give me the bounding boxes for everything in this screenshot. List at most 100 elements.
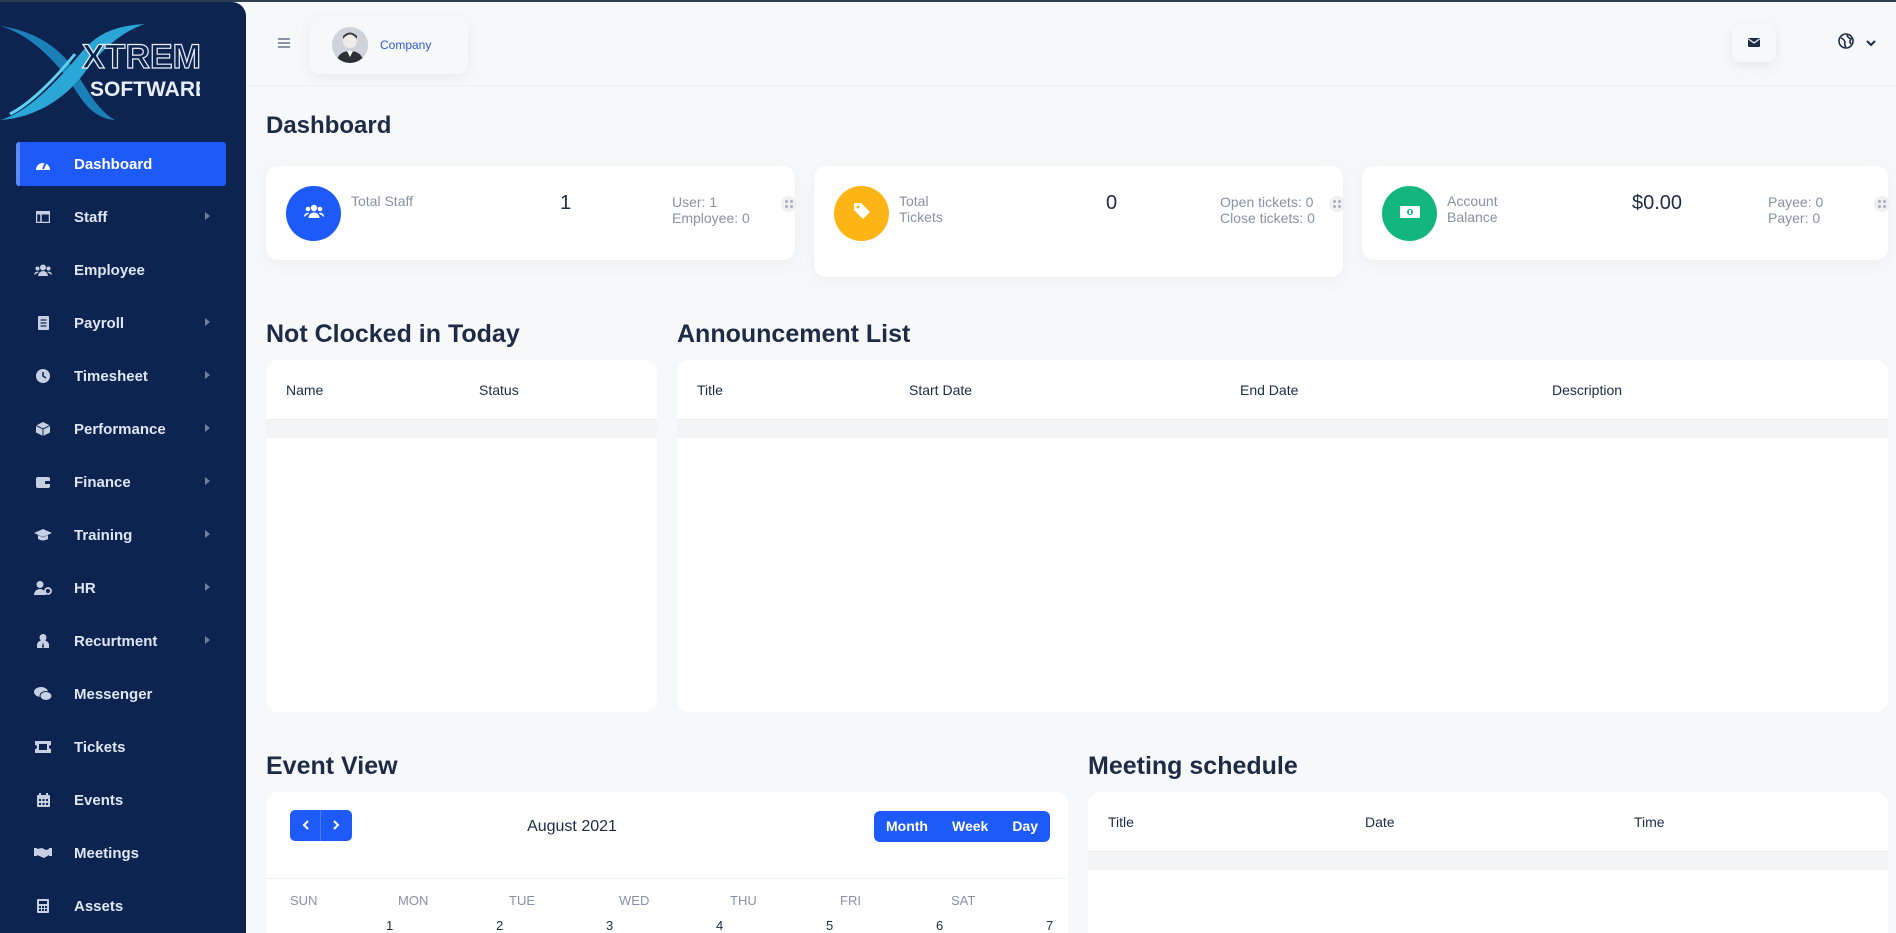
not-clocked-title: Not Clocked in Today — [266, 320, 520, 348]
drag-handle-icon[interactable] — [1329, 196, 1345, 212]
sidebar-item-training[interactable]: Training — [16, 513, 226, 557]
calendar-day[interactable]: 3 — [606, 918, 613, 933]
sidebar-item-label: Meetings — [74, 844, 140, 862]
tag-icon — [853, 203, 870, 224]
stat-label: Total Staff — [351, 193, 414, 209]
language-selector[interactable] — [1838, 32, 1884, 54]
sidebar-item-assets[interactable]: Assets — [16, 884, 226, 928]
tickets-circle — [834, 186, 889, 241]
sidebar-item-finance[interactable]: Finance — [16, 460, 226, 504]
calendar-day[interactable]: 5 — [826, 918, 833, 933]
stat-detail: Payee: 0 Payer: 0 — [1768, 194, 1823, 226]
stat-label: Account Balance — [1447, 193, 1498, 225]
money-bill-icon — [1399, 205, 1420, 223]
weekday-label: THU — [730, 893, 757, 908]
user-tie-icon — [34, 632, 52, 650]
empty-row — [677, 420, 1888, 438]
stat-card-tickets: Total Tickets 0 Open tickets: 0 Close ti… — [814, 166, 1345, 277]
sidebar-item-label: HR — [74, 579, 96, 597]
company-label: Company — [380, 38, 432, 52]
chevron-right-icon — [205, 424, 210, 432]
sidebar-item-recruitment[interactable]: Recurtment — [16, 619, 226, 663]
sidebar-item-events[interactable]: Events — [16, 778, 226, 822]
meeting-schedule-title: Meeting schedule — [1088, 752, 1298, 780]
calendar-month-label: August 2021 — [527, 818, 617, 835]
stat-detail: User: 1 Employee: 0 — [672, 194, 750, 226]
dashboard-icon — [34, 155, 52, 173]
stat-detail-line: Employee: 0 — [672, 210, 750, 226]
not-clocked-table: Name Status — [266, 360, 657, 712]
chevron-right-icon — [205, 530, 210, 538]
empty-row — [1088, 852, 1888, 870]
sidebar-item-hr[interactable]: HR — [16, 566, 226, 610]
column-header-time[interactable]: Time — [1634, 814, 1665, 830]
table-header: Name Status — [266, 360, 657, 420]
stat-card-account: Account Balance $0.00 Payee: 0 Payer: 0 — [1362, 166, 1890, 260]
app-logo[interactable]: XTREME SOFTWARE — [0, 2, 246, 132]
staff-icon — [34, 208, 52, 226]
sidebar-item-staff[interactable]: Staff — [16, 195, 226, 239]
sidebar-nav: Dashboard Staff Employee Payroll Timeshe… — [16, 142, 226, 933]
ticket-icon — [34, 738, 52, 756]
sidebar-item-label: Tickets — [74, 738, 126, 756]
sidebar-item-employee[interactable]: Employee — [16, 248, 226, 292]
column-header-start-date[interactable]: Start Date — [909, 382, 972, 398]
column-header-status[interactable]: Status — [479, 382, 519, 398]
calendar-day[interactable]: 2 — [496, 918, 503, 933]
column-header-date[interactable]: Date — [1365, 814, 1395, 830]
chevron-right-icon — [205, 583, 210, 591]
messages-button[interactable] — [1732, 24, 1776, 62]
column-header-name[interactable]: Name — [286, 382, 323, 398]
calendar-icon — [34, 791, 52, 809]
sidebar-item-messenger[interactable]: Messenger — [16, 672, 226, 716]
drag-handle-icon[interactable] — [1874, 196, 1890, 212]
logo-graphic: XTREME SOFTWARE — [0, 24, 200, 120]
hamburger-menu-icon[interactable] — [278, 38, 290, 48]
sidebar-item-label: Finance — [74, 473, 131, 491]
view-week-button[interactable]: Week — [940, 811, 1000, 842]
calendar-day[interactable]: 4 — [716, 918, 723, 933]
drag-handle-icon[interactable] — [781, 196, 797, 212]
empty-row — [266, 420, 657, 438]
calendar-day[interactable]: 1 — [386, 918, 393, 933]
announcement-title: Announcement List — [677, 320, 911, 348]
sidebar-item-label: Employee — [74, 261, 145, 279]
view-month-button[interactable]: Month — [874, 811, 940, 842]
logo-text-bottom: SOFTWARE — [90, 78, 200, 101]
chevron-right-icon — [205, 477, 210, 485]
cube-icon — [34, 420, 52, 438]
sidebar-item-label: Recurtment — [74, 632, 158, 650]
chevron-down-icon — [1866, 34, 1876, 52]
company-switcher[interactable]: Company — [310, 16, 468, 74]
calendar-day[interactable]: 7 — [1046, 918, 1053, 933]
column-header-end-date[interactable]: End Date — [1240, 382, 1298, 398]
staff-circle — [286, 186, 341, 241]
sidebar-item-payroll[interactable]: Payroll — [16, 301, 226, 345]
stat-value: $0.00 — [1632, 192, 1683, 214]
sidebar-item-timesheet[interactable]: Timesheet — [16, 354, 226, 398]
event-calendar: August 2021 Month Week Day SUN MON TUE W… — [266, 792, 1068, 933]
top-border — [0, 0, 1896, 2]
stat-label: Total Tickets — [899, 193, 943, 225]
calendar-day[interactable]: 6 — [936, 918, 943, 933]
globe-icon — [1838, 32, 1854, 54]
sidebar-item-performance[interactable]: Performance — [16, 407, 226, 451]
table-header: Title Date Time — [1088, 792, 1888, 852]
weekday-label: MON — [398, 893, 429, 908]
employee-icon — [34, 261, 52, 279]
column-header-description[interactable]: Description — [1552, 382, 1622, 398]
payroll-icon — [34, 314, 52, 332]
sidebar-item-dashboard[interactable]: Dashboard — [16, 142, 226, 186]
sidebar-item-meetings[interactable]: Meetings — [16, 831, 226, 875]
column-header-title[interactable]: Title — [697, 382, 723, 398]
wallet-icon — [34, 473, 52, 491]
calculator-icon — [34, 897, 52, 915]
sidebar: XTREME SOFTWARE Dashboard Staff Employee — [0, 2, 246, 933]
column-header-title[interactable]: Title — [1108, 814, 1134, 830]
sidebar-item-tickets[interactable]: Tickets — [16, 725, 226, 769]
table-header: Title Start Date End Date Description — [677, 360, 1888, 420]
chevron-right-icon — [205, 371, 210, 379]
view-day-button[interactable]: Day — [1000, 811, 1050, 842]
stat-card-staff: Total Staff 1 User: 1 Employee: 0 — [266, 166, 797, 260]
stat-detail-line: Close tickets: 0 — [1220, 210, 1315, 226]
